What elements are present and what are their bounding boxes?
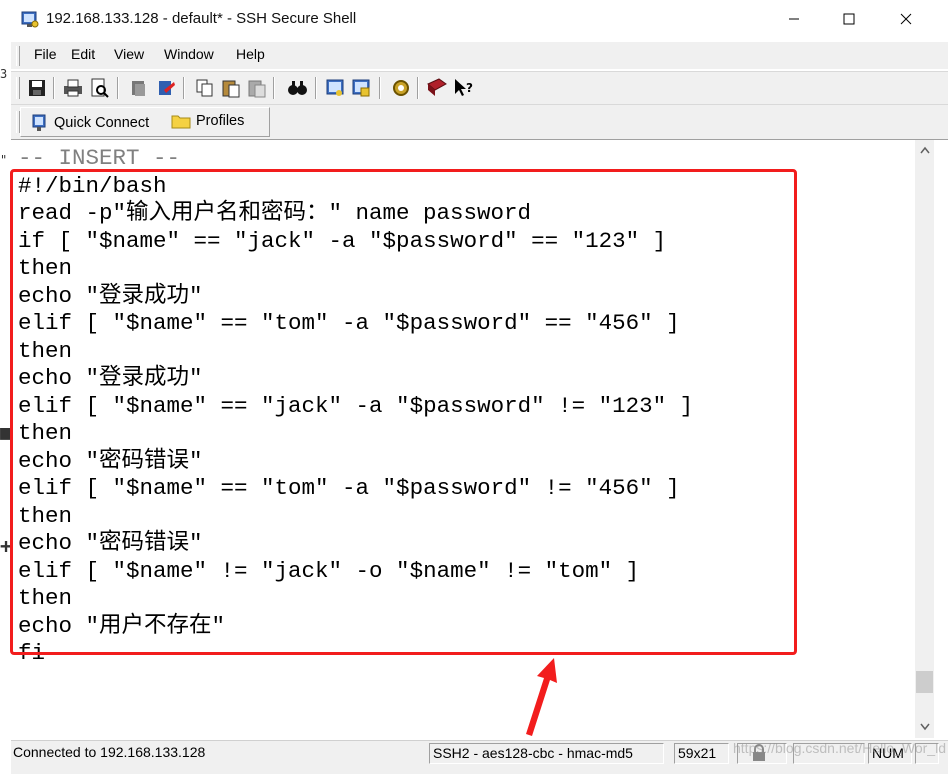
quick-connect-bar: Quick Connect Profiles (11, 104, 948, 140)
menu-help[interactable]: Help (235, 46, 266, 62)
find-icon[interactable] (285, 76, 309, 100)
ssh-app-icon (21, 11, 39, 28)
save-icon[interactable] (25, 76, 49, 100)
paste-icon[interactable] (219, 76, 243, 100)
folder-icon (171, 115, 191, 129)
chevron-up-icon (919, 146, 930, 153)
copy-icon[interactable] (193, 76, 217, 100)
terminal-size-status: 59x21 (674, 743, 729, 764)
edge-char-1: 3 (0, 67, 8, 81)
edge-char-2: " (0, 153, 8, 167)
profiles-label: Profiles (196, 113, 245, 129)
svg-text:?: ? (466, 81, 473, 95)
minimize-icon (789, 18, 799, 20)
profile-settings-icon[interactable] (349, 76, 373, 100)
cipher-status: SSH2 - aes128-cbc - hmac-md5 (429, 743, 664, 764)
quick-connect-label: Quick Connect (54, 115, 150, 131)
context-help-icon[interactable]: ? (451, 76, 475, 100)
settings-icon[interactable] (323, 76, 347, 100)
title-bar: 192.168.133.128 - default* - SSH Secure … (11, 0, 948, 38)
print-preview-icon[interactable] (87, 76, 111, 100)
scroll-up-button[interactable] (915, 140, 934, 159)
red-arrow-annotation (526, 658, 557, 736)
connect-icon[interactable] (127, 76, 151, 100)
maximize-button[interactable] (826, 0, 872, 38)
minimize-button[interactable] (771, 0, 817, 38)
paste-disabled-icon[interactable] (245, 76, 269, 100)
menu-window[interactable]: Window (163, 46, 215, 62)
connection-status: Connected to 192.168.133.128 (13, 744, 206, 760)
sftp-icon[interactable] (389, 76, 413, 100)
quick-connect-group: Quick Connect Profiles (20, 107, 270, 137)
help-book-icon[interactable] (425, 76, 449, 100)
menu-edit[interactable]: Edit (70, 46, 96, 62)
close-icon (900, 13, 912, 25)
menu-view[interactable]: View (113, 46, 145, 62)
profiles-button[interactable]: Profiles (171, 113, 244, 129)
scroll-thumb[interactable] (916, 671, 933, 693)
print-icon[interactable] (61, 76, 85, 100)
chevron-down-icon (919, 723, 930, 730)
menu-bar: File Edit View Window Help (11, 42, 948, 69)
window-title: 192.168.133.128 - default* - SSH Secure … (46, 10, 357, 27)
disconnect-icon[interactable] (155, 76, 179, 100)
toolbar-grip (16, 77, 20, 99)
maximize-icon (843, 13, 855, 25)
close-button[interactable] (883, 0, 929, 38)
toolbar: ? (11, 71, 948, 104)
watermark: https://blog.csdn.net/Hello_Wor_ld (733, 740, 946, 756)
quick-connect-button[interactable]: Quick Connect (31, 113, 149, 133)
red-highlight-box (10, 169, 797, 655)
scroll-down-button[interactable] (915, 717, 934, 736)
menu-file[interactable]: File (33, 46, 58, 62)
vertical-scrollbar[interactable] (915, 140, 934, 738)
quick-connect-icon (32, 114, 46, 131)
